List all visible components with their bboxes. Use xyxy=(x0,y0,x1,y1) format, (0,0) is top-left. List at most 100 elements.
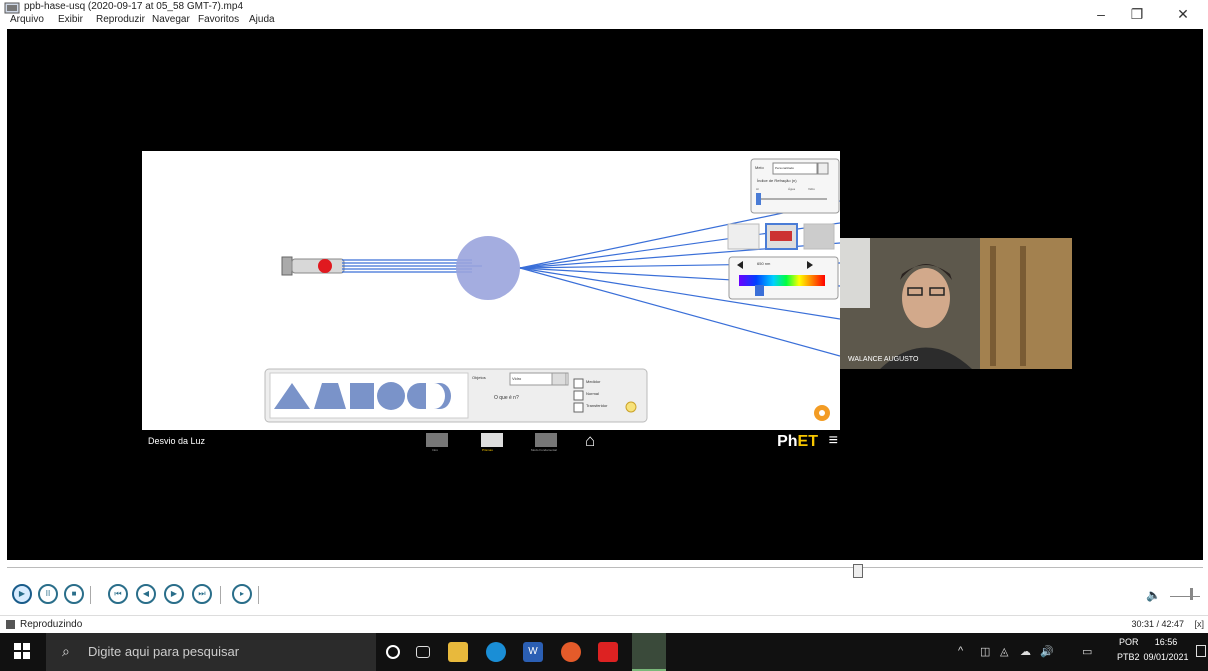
playback-time: 30:31 / 42:47 xyxy=(1131,619,1184,629)
phet-logo-et: ET xyxy=(797,433,818,450)
wavelength-spectrum[interactable] xyxy=(739,275,825,286)
webcam-overlay: WALANCE AUGUSTO xyxy=(840,238,1072,369)
menu-navegar[interactable]: Navegar xyxy=(152,14,190,25)
task-view-icon[interactable] xyxy=(416,646,430,658)
clock-date[interactable]: 09/01/2021 xyxy=(1138,652,1194,662)
notification-icon[interactable] xyxy=(1196,645,1206,657)
tray-app-icon[interactable]: ◫ xyxy=(980,645,990,658)
player-controls: ▶ II ■ ⏮ ◀ ▶ ⏭ ▸ 🔈 xyxy=(0,580,1208,610)
keyboard-layout[interactable]: PTB2 xyxy=(1117,652,1140,662)
scale-ar: Ar xyxy=(756,187,759,191)
checkbox-normal-label: Normal xyxy=(586,391,599,396)
play-button[interactable]: ▶ xyxy=(12,584,32,604)
light-bending-scene xyxy=(264,158,841,423)
tab-intro-label: Intro xyxy=(432,448,439,452)
refraction-index-label: Índice de Refração (n) xyxy=(757,178,797,183)
close-button[interactable]: ✕ xyxy=(1168,4,1198,24)
checkbox-transferidor[interactable] xyxy=(573,402,584,413)
taskbar-search[interactable]: ⌕ Digite aqui para pesquisar xyxy=(46,633,376,671)
medium-panel xyxy=(750,158,840,214)
tab-prismas-label: Prismas xyxy=(482,448,493,452)
file-explorer-icon[interactable] xyxy=(448,642,468,662)
wavelength-panel xyxy=(728,256,839,300)
volume-slider[interactable] xyxy=(1170,596,1200,597)
input-language[interactable]: POR xyxy=(1119,637,1139,647)
acrobat-icon[interactable] xyxy=(598,642,618,662)
checkbox-medidor[interactable] xyxy=(573,378,584,389)
sim-navbar: Desvio da Luz Intro Prismas Modo Fundame… xyxy=(142,430,840,456)
word-icon[interactable]: W xyxy=(523,642,543,662)
search-input[interactable]: Digite aqui para pesquisar xyxy=(88,644,239,659)
frame-step-button[interactable]: ▸ xyxy=(232,584,252,604)
previous-button[interactable]: ⏮ xyxy=(108,584,128,604)
index-slider-thumb[interactable] xyxy=(756,193,761,205)
windows-taskbar: ⌕ Digite aqui para pesquisar W ^ ◫ ◬ ☁ 🔊… xyxy=(0,633,1208,671)
objeto-value: Vidro xyxy=(512,376,522,381)
separator xyxy=(90,586,91,604)
minimize-button[interactable]: – xyxy=(1086,4,1116,24)
home-icon[interactable]: ⌂ xyxy=(585,431,595,451)
view-mode-buttons xyxy=(727,223,835,250)
forward-button[interactable]: ▶ xyxy=(164,584,184,604)
restore-button[interactable]: ❐ xyxy=(1122,4,1152,24)
phet-logo-ph: Ph xyxy=(777,433,798,450)
pause-button[interactable]: II xyxy=(38,584,58,604)
status-indicator-icon: [x] xyxy=(1194,619,1204,629)
ray-mode-button[interactable] xyxy=(727,223,760,250)
search-icon: ⌕ xyxy=(62,643,70,659)
separator xyxy=(220,586,221,604)
tray-volume-icon[interactable]: 🔊 xyxy=(1040,645,1054,658)
simulation-canvas[interactable]: Objetos Vidro O que é n? Medidor Normal … xyxy=(142,151,841,430)
meio-value: Personalizado xyxy=(775,166,795,170)
cortana-icon[interactable] xyxy=(386,645,400,659)
tab-modo-fundamental[interactable] xyxy=(535,433,557,447)
scale-vidro: Vidro xyxy=(808,187,815,191)
clock-time[interactable]: 16:56 xyxy=(1146,637,1186,647)
tray-chevron-icon[interactable]: ^ xyxy=(958,645,963,657)
windows-start-icon[interactable] xyxy=(14,643,30,659)
laser-icon[interactable] xyxy=(281,256,345,276)
playback-status: Reproduzindo xyxy=(20,619,83,630)
checkbox-transferidor-label: Transferidor xyxy=(586,403,608,408)
phet-logo[interactable]: PhET xyxy=(777,433,818,451)
menu-favoritos[interactable]: Favoritos xyxy=(198,14,239,25)
tab-intro[interactable] xyxy=(426,433,448,447)
chrome-icon[interactable] xyxy=(561,642,581,662)
stop-button[interactable]: ■ xyxy=(64,584,84,604)
wavelength-value: 650 nm xyxy=(757,261,771,266)
objeto-label: Objetos xyxy=(472,375,486,380)
square-shape[interactable] xyxy=(350,383,374,409)
what-is-n-link[interactable]: O que é n? xyxy=(494,395,519,401)
tray-battery-icon[interactable]: ▭ xyxy=(1082,645,1092,658)
webcam-video xyxy=(840,238,1072,369)
menu-exibir[interactable]: Exibir xyxy=(58,14,83,25)
menu-reproduzir[interactable]: Reproduzir xyxy=(96,14,145,25)
next-button[interactable]: ⏭ xyxy=(192,584,212,604)
white-light-button[interactable] xyxy=(803,223,835,250)
seek-thumb[interactable] xyxy=(853,564,863,578)
rewind-button[interactable]: ◀ xyxy=(136,584,156,604)
edge-icon[interactable] xyxy=(486,642,506,662)
wavelength-slider-thumb[interactable] xyxy=(755,285,764,296)
volume-icon[interactable]: 🔈 xyxy=(1146,588,1161,602)
media-player-taskbar-icon[interactable] xyxy=(632,633,666,671)
menu-ajuda[interactable]: Ajuda xyxy=(249,14,275,25)
participant-name: WALANCE AUGUSTO xyxy=(848,356,919,363)
scale-agua: Água xyxy=(788,187,796,191)
volume-thumb[interactable] xyxy=(1190,588,1193,600)
prism-circle[interactable] xyxy=(456,236,520,300)
checkbox-normal[interactable] xyxy=(573,390,584,401)
status-bar: Reproduzindo 30:31 / 42:47 [x] xyxy=(0,615,1208,633)
separator xyxy=(258,586,259,604)
window-title: ppb-hase-usq (2020-09-17 at 05_58 GMT-7)… xyxy=(24,1,244,12)
tray-network-icon[interactable]: ◬ xyxy=(1000,645,1008,658)
menu-arquivo[interactable]: Arquivo xyxy=(10,14,44,25)
menu-icon[interactable]: ≡ xyxy=(829,432,838,450)
circle-shape[interactable] xyxy=(377,382,405,410)
sim-title: Desvio da Luz xyxy=(148,436,206,446)
protractor-icon xyxy=(625,401,637,413)
tab-prismas[interactable] xyxy=(481,433,503,447)
tray-cloud-icon[interactable]: ☁ xyxy=(1020,645,1031,658)
tab-modo-fundamental-label: Modo Fundamental xyxy=(531,448,557,452)
seek-bar[interactable] xyxy=(7,567,1203,575)
